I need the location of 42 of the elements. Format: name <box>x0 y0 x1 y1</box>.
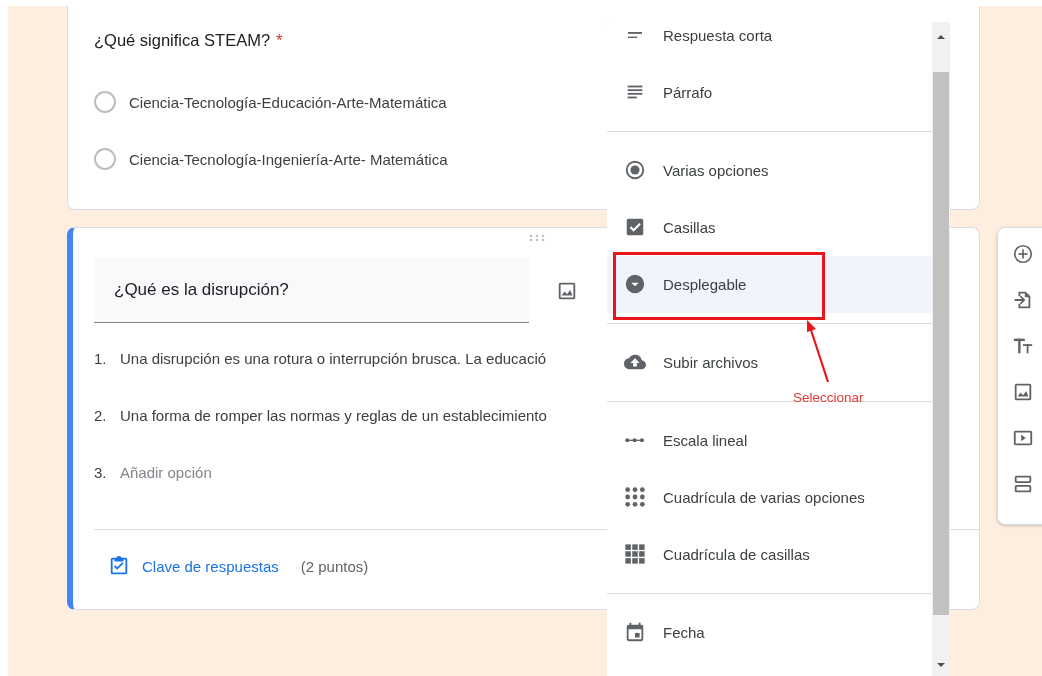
menu-item[interactable]: Casillas <box>607 198 932 256</box>
radio-button[interactable] <box>94 91 116 113</box>
menu-item[interactable]: Respuesta corta <box>607 22 932 64</box>
menu-item[interactable]: Subir archivos <box>607 333 932 391</box>
option-label: Ciencia-Tecnología-Educación-Arte-Matemática <box>129 93 447 111</box>
option-number: 2. <box>94 406 108 424</box>
option-number: 1. <box>94 349 108 367</box>
add-option-placeholder[interactable]: Añadir opción <box>120 463 212 481</box>
checkbox-icon <box>624 216 646 238</box>
drag-handle-icon[interactable] <box>528 234 545 242</box>
question-title: ¿Qué significa STEAM? <box>94 31 271 50</box>
option-label: Ciencia-Tecnología-Ingeniería-Arte- Matemática <box>129 150 448 168</box>
square-grid-icon <box>624 543 646 565</box>
annotation-arrow <box>807 320 830 383</box>
option-text: Una disrupción es una rotura o interrupción brusca. La educació <box>120 349 547 367</box>
radio-button[interactable] <box>94 148 116 170</box>
points-text: (2 puntos) <box>300 557 369 575</box>
dropdown-icon <box>624 273 646 295</box>
menu-item[interactable]: Fecha <box>607 603 932 661</box>
question-title-field[interactable]: ¿Qué es la disrupción? <box>94 258 529 323</box>
radio-icon <box>624 159 646 181</box>
option-number: 3. <box>94 463 108 481</box>
dotted-line-icon <box>625 437 645 443</box>
scrollbar[interactable] <box>932 22 950 676</box>
menu-item[interactable]: Párrafo <box>607 63 932 121</box>
image-icon[interactable] <box>1012 381 1034 403</box>
calendar-icon <box>624 621 646 643</box>
menu-item[interactable]: Cuadrícula de varias opciones <box>607 468 932 526</box>
image-icon[interactable] <box>556 280 578 302</box>
menu-item[interactable]: Escala lineal <box>607 411 932 469</box>
dot-grid-icon <box>624 486 646 508</box>
menu-item[interactable]: Cuadrícula de casillas <box>607 525 932 583</box>
clipboard-check-icon[interactable] <box>108 555 130 577</box>
add-circle-icon[interactable] <box>1012 243 1034 265</box>
answer-key-link[interactable]: Clave de respuestas <box>142 557 279 575</box>
annotation-label: Seleccionar <box>793 391 864 405</box>
required-asterisk: * <box>276 31 283 50</box>
menu-item[interactable]: Desplegable <box>607 255 932 313</box>
short-lines-icon <box>627 31 643 39</box>
menu-item[interactable]: Varias opciones <box>607 141 932 199</box>
section-icon[interactable] <box>1012 473 1034 495</box>
option-text: Una forma de romper las normas y reglas de un establecimiento <box>120 406 547 424</box>
